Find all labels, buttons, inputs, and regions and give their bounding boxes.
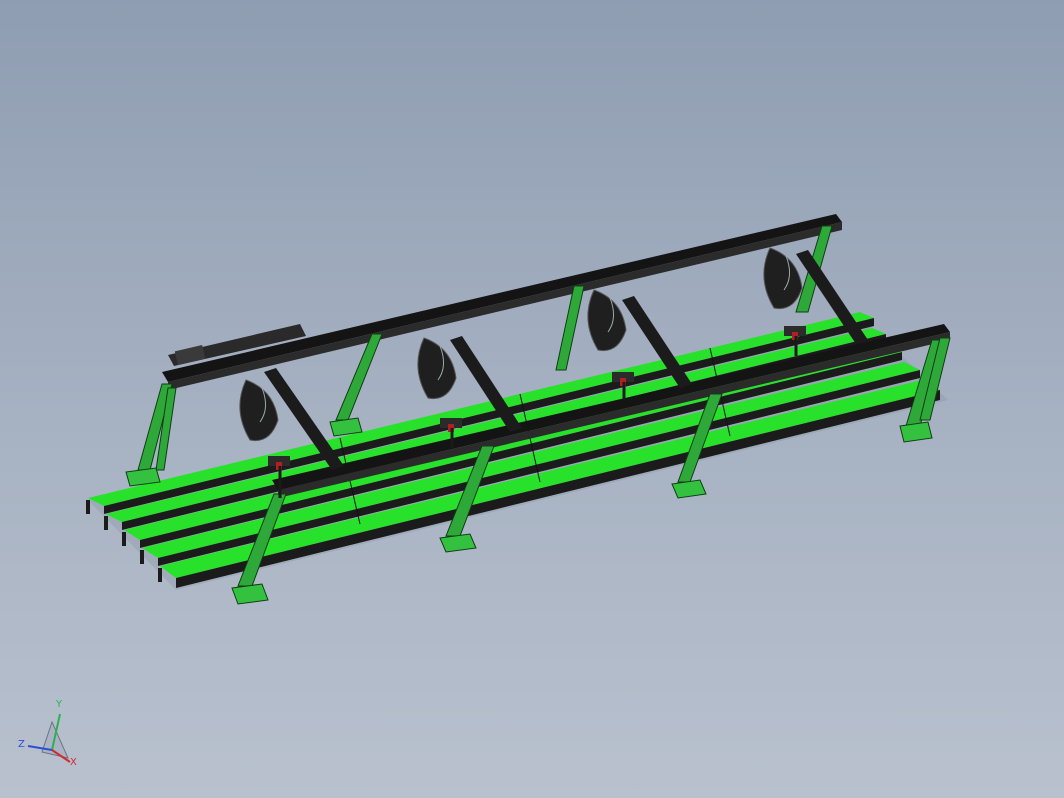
triad-graphic	[27, 713, 71, 763]
orientation-triad[interactable]: Y X Z	[14, 700, 90, 776]
y-axis-label: Y	[56, 699, 63, 710]
cad-viewport[interactable]: Y X Z	[0, 0, 1064, 798]
assembly-model[interactable]	[0, 0, 1064, 798]
z-axis-label: Z	[18, 739, 25, 750]
x-axis-label: X	[70, 757, 77, 768]
